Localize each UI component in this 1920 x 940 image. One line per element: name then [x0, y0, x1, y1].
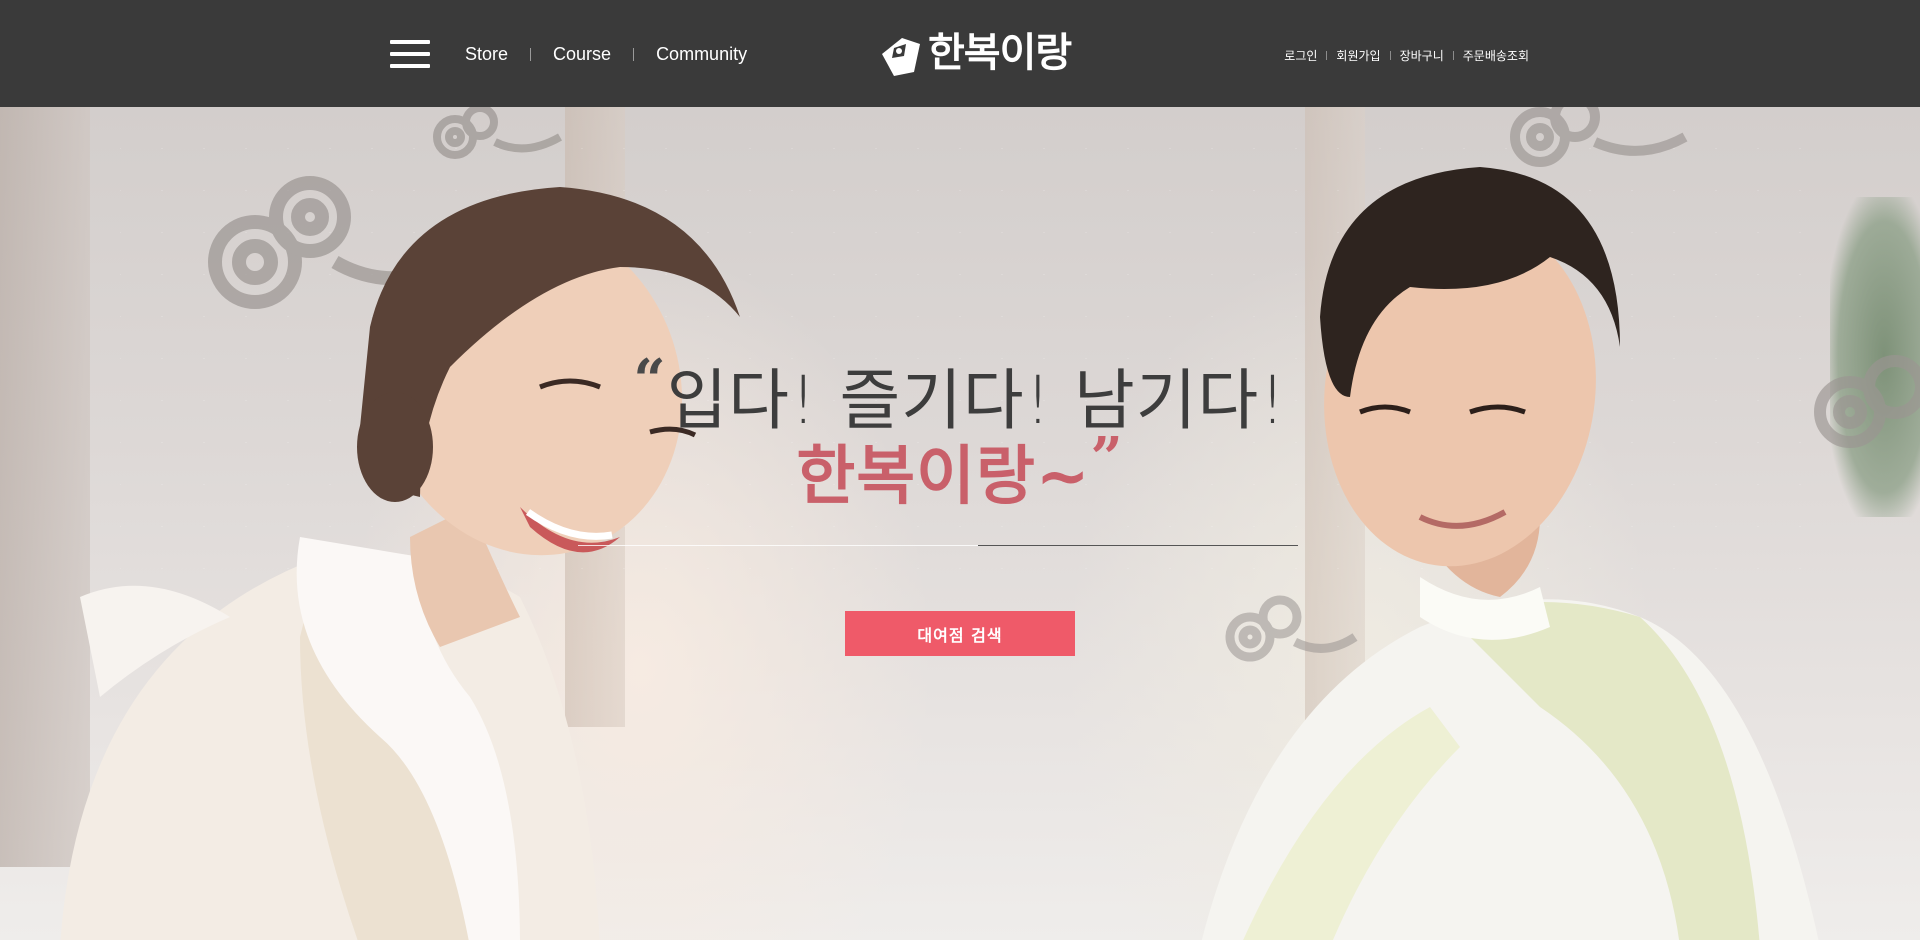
hero-divider-right — [978, 545, 1298, 546]
util-divider — [1452, 51, 1454, 60]
site-logo[interactable]: 한복이랑 — [880, 26, 1080, 82]
main-nav: Store Course Community — [465, 40, 747, 68]
logo-text: 한복이랑 — [928, 29, 1072, 76]
login-link[interactable]: 로그인 — [1284, 47, 1317, 64]
nav-divider — [633, 47, 635, 61]
man-in-hanbok-image — [1201, 167, 1819, 940]
hero-section: “입다! 즐기다! 남기다! 한복이랑~” 대여점 검색 — [0, 107, 1920, 940]
open-quote-mark: “ — [633, 347, 667, 413]
nav-divider — [530, 47, 532, 61]
hero-divider-left — [578, 545, 978, 546]
hero-headline-line2: 한복이랑~” — [0, 425, 1920, 517]
store-search-button[interactable]: 대여점 검색 — [845, 611, 1075, 656]
utility-nav: 로그인 회원가입 장바구니 주문배송조회 — [1284, 47, 1529, 64]
util-divider — [1389, 51, 1391, 60]
nav-community-link[interactable]: Community — [656, 44, 747, 65]
util-divider — [1326, 51, 1328, 60]
logo-emblem-icon — [882, 38, 920, 76]
hamburger-menu-icon[interactable] — [390, 38, 430, 70]
signup-link[interactable]: 회원가입 — [1336, 47, 1380, 64]
nav-course-link[interactable]: Course — [553, 44, 611, 65]
nav-store-link[interactable]: Store — [465, 44, 508, 65]
cart-link[interactable]: 장바구니 — [1400, 47, 1444, 64]
cloud-decoration-icon — [433, 107, 562, 159]
hero-brand-text: 한복이랑~ — [796, 440, 1091, 514]
order-tracking-link[interactable]: 주문배송조회 — [1463, 47, 1529, 64]
site-header: Store Course Community 한복이랑 로그인 회원가입 장바구… — [0, 0, 1920, 107]
woman-in-hanbok-image — [60, 187, 740, 940]
close-quote-mark: ” — [1090, 425, 1124, 491]
